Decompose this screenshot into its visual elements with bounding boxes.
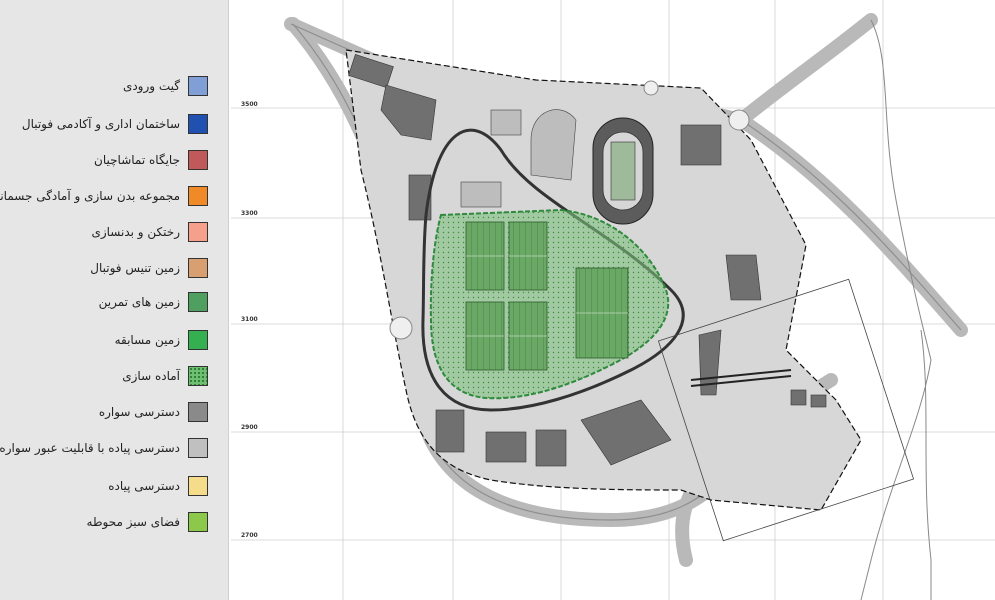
legend-item: دسترسی پیاده xyxy=(108,474,208,498)
legend-swatch xyxy=(188,292,208,312)
legend-label: جایگاه تماشاچیان xyxy=(94,153,180,167)
legend-item: دسترسی پیاده با قابلیت عبور سواره xyxy=(0,436,208,460)
legend-panel: گیت ورودی ساختمان اداری و آکادمی فوتبال جا… xyxy=(0,0,229,600)
legend-label: آماده سازی xyxy=(122,369,180,383)
legend-item: زمین های تمرین xyxy=(99,290,208,314)
legend-swatch xyxy=(188,222,208,242)
legend-swatch xyxy=(188,330,208,350)
legend-label: گیت ورودی xyxy=(122,79,180,93)
legend-item: مجموعه بدن سازی و آمادگی جسمانی xyxy=(0,184,208,208)
site-plan-svg xyxy=(231,0,995,600)
legend-label: زمین مسابقه xyxy=(114,333,180,347)
legend-swatch xyxy=(188,258,208,278)
grid-label: 3300 xyxy=(241,210,258,217)
legend-item: آماده سازی xyxy=(122,364,208,388)
grid-label: 2700 xyxy=(241,532,258,539)
grid-label: 3500 xyxy=(241,101,258,108)
grid-label: 2900 xyxy=(241,424,258,431)
legend-label: فضای سبز محوطه xyxy=(86,515,180,529)
legend-item: جایگاه تماشاچیان xyxy=(94,148,208,172)
legend-label: رختکن و بدنسازی xyxy=(91,225,180,239)
legend-swatch xyxy=(188,186,208,206)
legend-item: زمین تنیس فوتبال xyxy=(90,256,208,280)
legend-label: دسترسی پیاده با قابلیت عبور سواره xyxy=(0,441,180,455)
legend-item: فضای سبز محوطه xyxy=(87,510,208,534)
grid-label: 3100 xyxy=(241,316,258,323)
legend-swatch xyxy=(188,402,208,422)
legend-item: گیت ورودی xyxy=(123,74,208,98)
legend-swatch xyxy=(188,438,208,458)
stadium xyxy=(592,117,654,225)
legend-item: ساختمان اداری و آکادمی فوتبال xyxy=(22,112,208,136)
legend-item: زمین مسابقه xyxy=(115,328,208,352)
legend-label: ساختمان اداری و آکادمی فوتبال xyxy=(21,117,180,131)
legend-label: زمین های تمرین xyxy=(98,295,180,309)
legend-label: زمین تنیس فوتبال xyxy=(90,261,180,275)
legend-item: دسترسی سواره xyxy=(99,400,208,424)
legend-swatch xyxy=(188,114,208,134)
legend-swatch xyxy=(188,366,208,386)
site-plan-map: 3500 3300 3100 2900 2700 xyxy=(231,0,995,600)
legend-label: مجموعه بدن سازی و آمادگی جسمانی xyxy=(0,189,180,203)
legend-label: دسترسی سواره xyxy=(98,405,180,419)
legend-swatch xyxy=(188,76,208,96)
legend-label: دسترسی پیاده xyxy=(108,479,180,493)
legend-swatch xyxy=(188,476,208,496)
legend-item: رختکن و بدنسازی xyxy=(91,220,208,244)
legend-swatch xyxy=(188,512,208,532)
legend-swatch xyxy=(188,150,208,170)
